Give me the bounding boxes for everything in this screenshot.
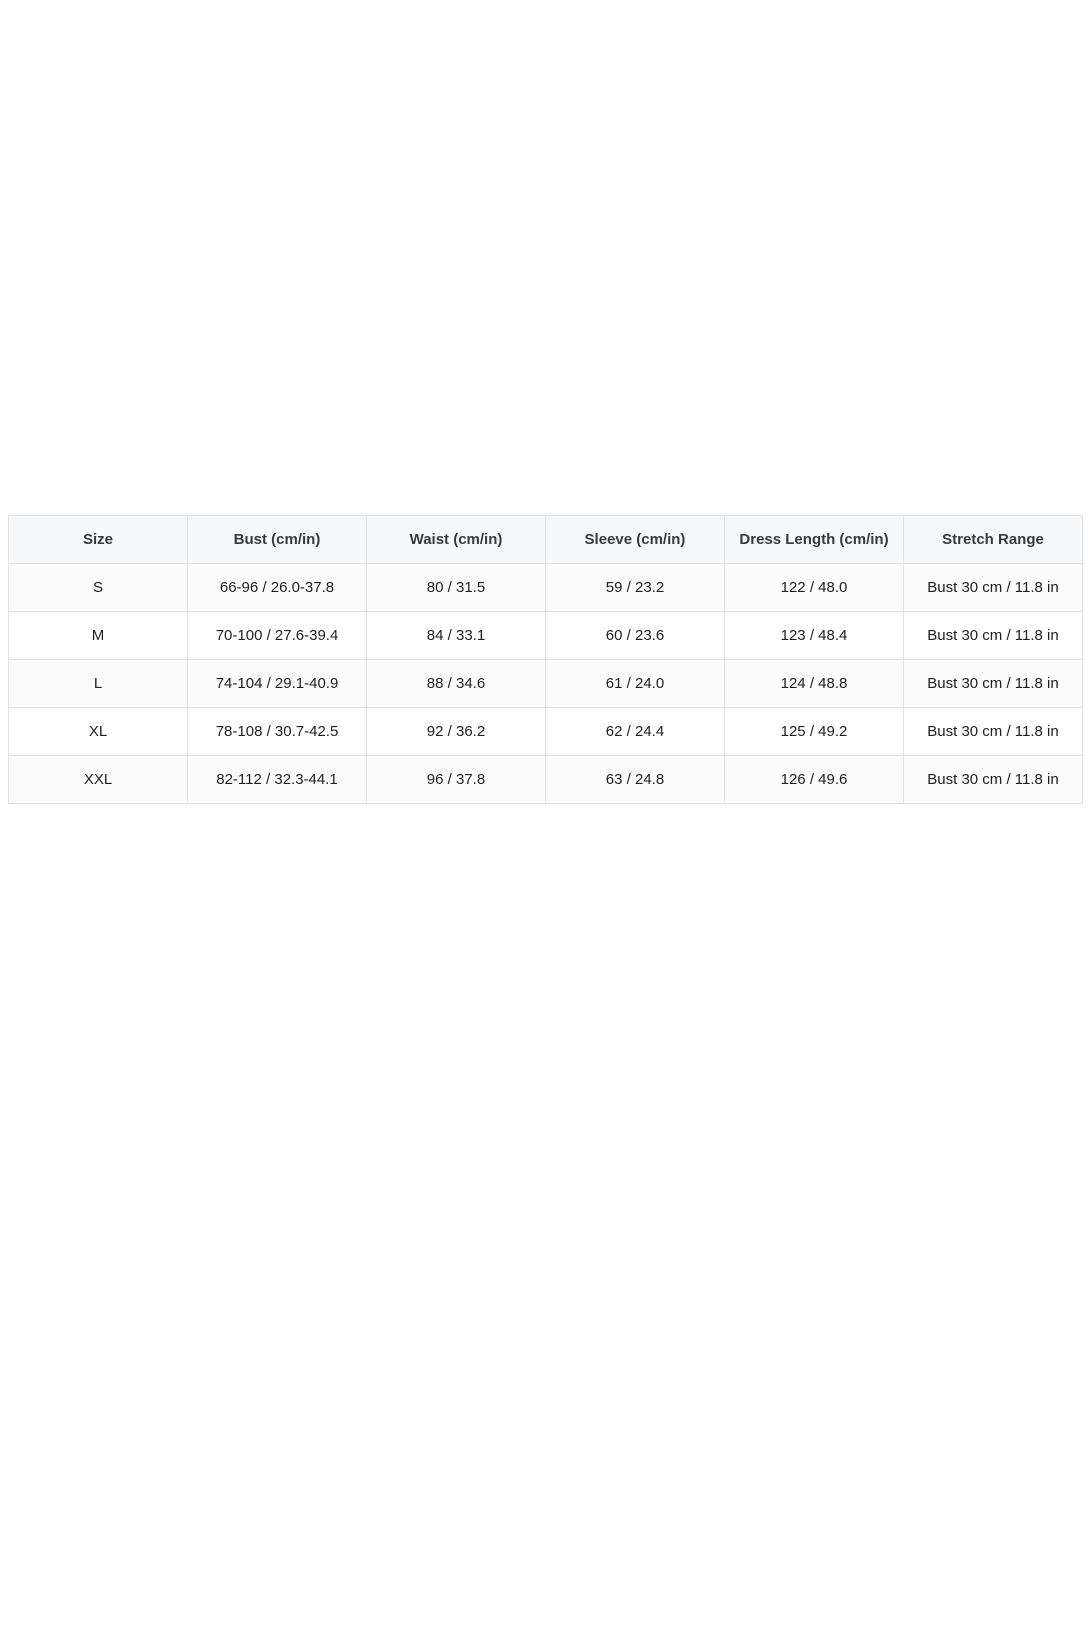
header-bust: Bust (cm/in) — [187, 515, 367, 564]
header-sleeve: Sleeve (cm/in) — [545, 515, 725, 564]
cell-waist: 80 / 31.5 — [366, 563, 546, 612]
table-row: XXL 82-112 / 32.3-44.1 96 / 37.8 63 / 24… — [8, 755, 1083, 804]
cell-bust: 66-96 / 26.0-37.8 — [187, 563, 367, 612]
cell-dress-length: 122 / 48.0 — [724, 563, 904, 612]
table-row: S 66-96 / 26.0-37.8 80 / 31.5 59 / 23.2 … — [8, 563, 1083, 612]
size-chart-table: Size Bust (cm/in) Waist (cm/in) Sleeve (… — [8, 515, 1083, 804]
table-row: XL 78-108 / 30.7-42.5 92 / 36.2 62 / 24.… — [8, 707, 1083, 756]
cell-stretch-range: Bust 30 cm / 11.8 in — [903, 611, 1083, 660]
cell-waist: 88 / 34.6 — [366, 659, 546, 708]
table-row: L 74-104 / 29.1-40.9 88 / 34.6 61 / 24.0… — [8, 659, 1083, 708]
table-row: M 70-100 / 27.6-39.4 84 / 33.1 60 / 23.6… — [8, 611, 1083, 660]
header-size: Size — [8, 515, 188, 564]
cell-stretch-range: Bust 30 cm / 11.8 in — [903, 707, 1083, 756]
cell-bust: 78-108 / 30.7-42.5 — [187, 707, 367, 756]
cell-stretch-range: Bust 30 cm / 11.8 in — [903, 659, 1083, 708]
cell-sleeve: 59 / 23.2 — [545, 563, 725, 612]
cell-size: S — [8, 563, 188, 612]
cell-size: XXL — [8, 755, 188, 804]
cell-waist: 96 / 37.8 — [366, 755, 546, 804]
cell-stretch-range: Bust 30 cm / 11.8 in — [903, 755, 1083, 804]
cell-sleeve: 60 / 23.6 — [545, 611, 725, 660]
cell-dress-length: 123 / 48.4 — [724, 611, 904, 660]
header-waist: Waist (cm/in) — [366, 515, 546, 564]
table-body: S 66-96 / 26.0-37.8 80 / 31.5 59 / 23.2 … — [8, 563, 1083, 804]
header-stretch-range: Stretch Range — [903, 515, 1083, 564]
cell-size: M — [8, 611, 188, 660]
cell-waist: 92 / 36.2 — [366, 707, 546, 756]
cell-dress-length: 126 / 49.6 — [724, 755, 904, 804]
cell-dress-length: 124 / 48.8 — [724, 659, 904, 708]
header-row: Size Bust (cm/in) Waist (cm/in) Sleeve (… — [8, 515, 1083, 564]
cell-dress-length: 125 / 49.2 — [724, 707, 904, 756]
cell-size: XL — [8, 707, 188, 756]
cell-sleeve: 62 / 24.4 — [545, 707, 725, 756]
cell-waist: 84 / 33.1 — [366, 611, 546, 660]
cell-bust: 74-104 / 29.1-40.9 — [187, 659, 367, 708]
header-dress-length: Dress Length (cm/in) — [724, 515, 904, 564]
cell-stretch-range: Bust 30 cm / 11.8 in — [903, 563, 1083, 612]
cell-sleeve: 63 / 24.8 — [545, 755, 725, 804]
cell-bust: 70-100 / 27.6-39.4 — [187, 611, 367, 660]
cell-bust: 82-112 / 32.3-44.1 — [187, 755, 367, 804]
cell-sleeve: 61 / 24.0 — [545, 659, 725, 708]
cell-size: L — [8, 659, 188, 708]
table-header: Size Bust (cm/in) Waist (cm/in) Sleeve (… — [8, 515, 1083, 564]
